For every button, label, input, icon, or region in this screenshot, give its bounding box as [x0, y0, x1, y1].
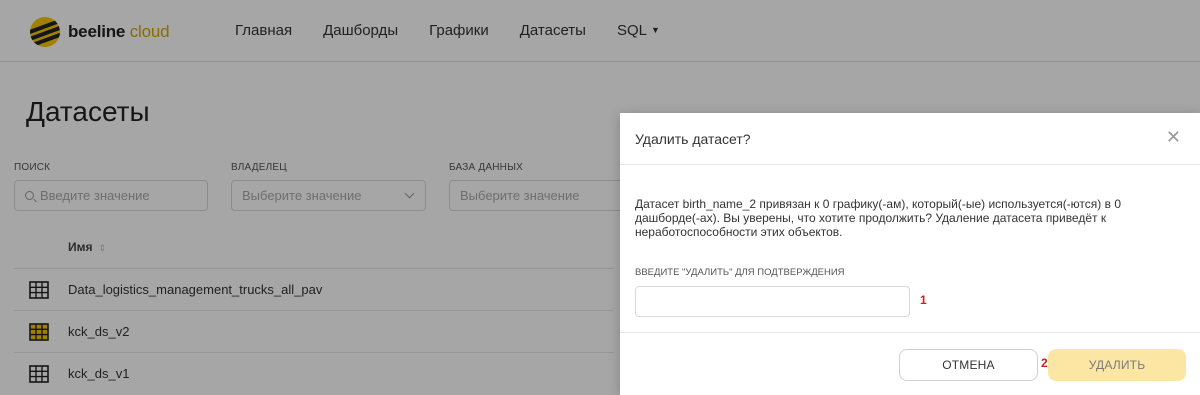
close-icon[interactable]: ✕	[1166, 128, 1181, 146]
modal-header: Удалить датасет? ✕	[620, 113, 1200, 165]
modal-title: Удалить датасет?	[635, 131, 751, 147]
modal-divider	[620, 332, 1200, 333]
delete-confirm-input[interactable]	[635, 286, 910, 317]
delete-dataset-modal: Удалить датасет? ✕ Датасет birth_name_2 …	[620, 113, 1200, 395]
annotation-marker-1: 1	[920, 293, 927, 307]
cancel-button[interactable]: ОТМЕНА	[899, 349, 1038, 381]
annotation-marker-2: 2	[1041, 356, 1048, 370]
confirm-field-label: ВВЕДИТЕ "УДАЛИТЬ" ДЛЯ ПОДТВЕРЖДЕНИЯ	[635, 267, 845, 278]
delete-button[interactable]: УДАЛИТЬ	[1048, 349, 1186, 381]
modal-message: Датасет birth_name_2 привязан к 0 график…	[635, 197, 1121, 239]
